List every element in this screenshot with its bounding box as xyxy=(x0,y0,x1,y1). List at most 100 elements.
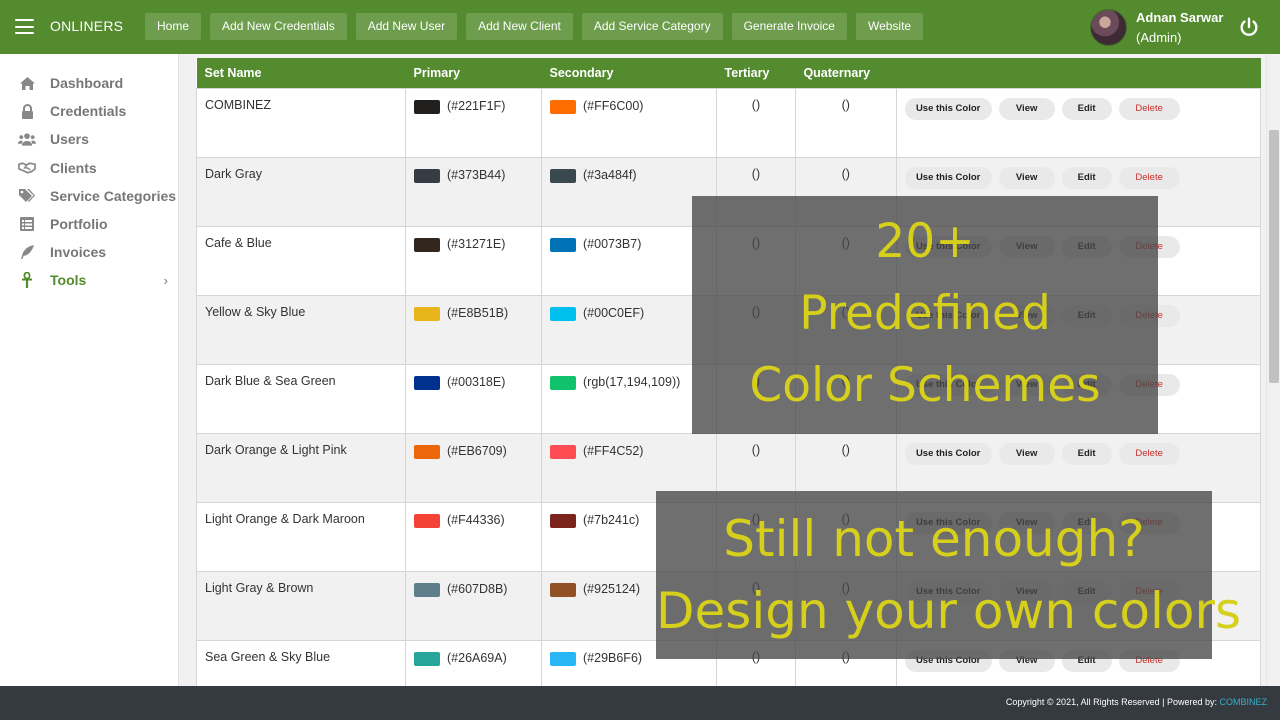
secondary-swatch xyxy=(550,237,576,252)
secondary-swatch xyxy=(550,651,576,666)
scheme-name: Light Gray & Brown xyxy=(205,580,314,595)
lock-icon xyxy=(18,103,36,119)
primary-value: (#607D8B) xyxy=(447,581,508,596)
promo-overlay-predefined: 20+ Predefined Color Schemes xyxy=(692,196,1158,434)
hamburger-menu-icon[interactable] xyxy=(15,19,34,34)
secondary-swatch xyxy=(550,444,576,459)
primary-value: (#E8B51B) xyxy=(447,305,509,320)
primary-swatch xyxy=(414,375,440,390)
primary-cell: (#F44336) xyxy=(405,501,542,572)
scheme-name: Cafe & Blue xyxy=(205,235,272,250)
brand-name[interactable]: ONLINERS xyxy=(50,18,123,34)
secondary-cell: (#00C0EF) xyxy=(541,294,717,365)
primary-swatch xyxy=(414,306,440,321)
primary-cell: (#00318E) xyxy=(405,363,542,434)
scheme-name: Light Orange & Dark Maroon xyxy=(205,511,365,526)
user-role: (Admin) xyxy=(1136,30,1182,45)
scheme-name: Dark Orange & Light Pink xyxy=(205,442,347,457)
view-button[interactable]: View xyxy=(998,442,1055,465)
overlay-line: Predefined xyxy=(799,286,1051,341)
promo-overlay-custom: Still not enough? Design your own colors xyxy=(656,491,1241,659)
table-row: COMBINEZ (#221F1F) (#FF6C00)()() Use this C… xyxy=(196,87,1262,158)
secondary-cell: (rgb(17,194,109)) xyxy=(541,363,717,434)
scrollbar-thumb[interactable] xyxy=(1269,130,1279,383)
primary-swatch xyxy=(414,99,440,114)
column-header: Primary xyxy=(405,58,542,88)
primary-swatch xyxy=(414,651,440,666)
nav-generate-invoice-button[interactable]: Generate Invoice xyxy=(731,13,847,40)
column-header xyxy=(896,58,1261,88)
avatar[interactable] xyxy=(1090,9,1127,46)
sidebar-item-tools[interactable]: Tools › xyxy=(0,266,178,294)
sidebar-item-service-categories[interactable]: Service Categories xyxy=(0,182,178,210)
secondary-swatch xyxy=(550,168,576,183)
footer-brand-link[interactable]: COMBINEZ xyxy=(1219,697,1267,707)
primary-value: (#EB6709) xyxy=(447,443,507,458)
tertiary-cell: () xyxy=(716,87,796,158)
primary-value: (#221F1F) xyxy=(447,98,506,113)
use-color-button[interactable]: Use this Color xyxy=(904,442,992,465)
edit-button[interactable]: Edit xyxy=(1061,97,1112,120)
users-icon xyxy=(18,131,36,147)
sidebar-item-invoices[interactable]: Invoices xyxy=(0,238,178,266)
sidebar-item-portfolio[interactable]: Portfolio xyxy=(0,210,178,238)
secondary-swatch xyxy=(550,513,576,528)
power-icon[interactable] xyxy=(1238,16,1260,38)
footer-copyright: Copyright © 2021, All Rights Reserved | … xyxy=(1006,697,1267,707)
overlay-line: Still not enough? xyxy=(723,510,1145,568)
nav-add-service-category-button[interactable]: Add Service Category xyxy=(581,13,723,40)
column-header: Quaternary xyxy=(795,58,897,88)
nav-website-button[interactable]: Website xyxy=(855,13,924,40)
secondary-value: (#29B6F6) xyxy=(583,650,643,665)
use-color-button[interactable]: Use this Color xyxy=(904,97,992,120)
primary-swatch xyxy=(414,513,440,528)
sidebar-item-label: Invoices xyxy=(50,244,107,261)
primary-value: (#31271E) xyxy=(447,236,506,251)
sidebar-item-dashboard[interactable]: Dashboard xyxy=(0,69,178,97)
feather-icon xyxy=(18,244,36,260)
delete-button[interactable]: Delete xyxy=(1118,442,1180,465)
primary-value: (#F44336) xyxy=(447,512,505,527)
primary-cell: (#E8B51B) xyxy=(405,294,542,365)
nav-add-client-button[interactable]: Add New Client xyxy=(466,13,573,40)
sidebar-item-credentials[interactable]: Credentials xyxy=(0,97,178,125)
chevron-right-icon: › xyxy=(163,272,168,288)
view-button[interactable]: View xyxy=(998,97,1055,120)
primary-swatch xyxy=(414,444,440,459)
ankh-icon xyxy=(18,272,36,289)
delete-button[interactable]: Delete xyxy=(1118,97,1180,120)
scheme-name: COMBINEZ xyxy=(205,97,271,112)
secondary-value: (#7b241c) xyxy=(583,512,640,527)
scheme-name-cell: Cafe & Blue xyxy=(196,225,406,296)
nav-add-user-button[interactable]: Add New User xyxy=(355,13,458,40)
edit-button[interactable]: Edit xyxy=(1061,442,1112,465)
use-color-button[interactable]: Use this Color xyxy=(904,166,992,189)
sidebar-item-clients[interactable]: Clients xyxy=(0,154,178,182)
scheme-name-cell: Yellow & Sky Blue xyxy=(196,294,406,365)
nav-add-credentials-button[interactable]: Add New Credentials xyxy=(210,13,347,40)
edit-button[interactable]: Edit xyxy=(1061,166,1112,189)
secondary-swatch xyxy=(550,375,576,390)
secondary-value: (#925124) xyxy=(583,581,640,596)
primary-swatch xyxy=(414,582,440,597)
primary-swatch xyxy=(414,237,440,252)
list-icon xyxy=(18,216,36,232)
scheme-name-cell: COMBINEZ xyxy=(196,87,406,158)
sidebar-item-label: Clients xyxy=(50,159,97,176)
primary-value: (#373B44) xyxy=(447,167,506,182)
table-header-row: Set Name Primary Secondary Tertiary Quat… xyxy=(196,58,1261,88)
delete-button[interactable]: Delete xyxy=(1118,166,1180,189)
actions-cell: Use this Color View Edit Delete xyxy=(895,87,1262,158)
view-button[interactable]: View xyxy=(998,166,1055,189)
column-header: Tertiary xyxy=(716,58,796,88)
sidebar-item-label: Credentials xyxy=(50,103,127,120)
scrollbar[interactable] xyxy=(1266,54,1280,686)
primary-cell: (#221F1F) xyxy=(405,87,542,158)
sidebar-item-users[interactable]: Users xyxy=(0,125,178,153)
nav-home-button[interactable]: Home xyxy=(145,13,202,40)
scheme-name-cell: Light Orange & Dark Maroon xyxy=(196,501,406,572)
secondary-swatch xyxy=(550,306,576,321)
top-nav: Home Add New Credentials Add New User Ad… xyxy=(145,13,924,40)
secondary-cell: (#FF6C00) xyxy=(541,87,717,158)
secondary-value: (#3a484f) xyxy=(583,167,637,182)
